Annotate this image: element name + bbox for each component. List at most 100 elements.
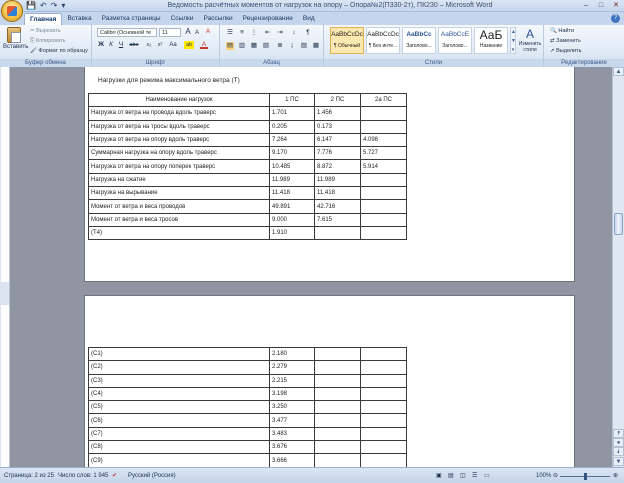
table-cell[interactable] bbox=[360, 426, 407, 442]
table-cell[interactable]: Нагрузка от ветра на опору поперек траве… bbox=[88, 159, 270, 174]
table-cell[interactable]: 42.716 bbox=[314, 199, 361, 214]
table-cell[interactable]: 1.456 bbox=[314, 106, 361, 121]
zoom-slider-knob[interactable] bbox=[584, 473, 587, 480]
table-cell[interactable] bbox=[314, 225, 361, 241]
table-cell[interactable] bbox=[314, 440, 361, 455]
table-cell[interactable]: 7.615 bbox=[314, 212, 361, 227]
table-cell[interactable]: Нагрузка на сжатие bbox=[88, 172, 270, 188]
web-layout-icon[interactable]: ◫ bbox=[460, 471, 466, 481]
superscript-button[interactable]: x² bbox=[155, 41, 165, 49]
shading-button[interactable]: ▨ bbox=[300, 42, 308, 50]
style-heading-1[interactable]: AaBbCc Заголово... bbox=[402, 27, 436, 54]
table-cell[interactable]: Нагрузка на вырывание bbox=[88, 186, 270, 201]
table-cell[interactable] bbox=[360, 106, 407, 121]
redo-icon[interactable]: ↷ bbox=[51, 1, 58, 11]
table-header-cell[interactable]: 2 ПС bbox=[314, 92, 361, 108]
table-cell[interactable]: 0.173 bbox=[314, 119, 361, 134]
table-cell[interactable]: 7.264 bbox=[269, 132, 315, 148]
table-cell[interactable]: 2.215 bbox=[269, 373, 315, 388]
table-cell[interactable]: 1.910 bbox=[269, 225, 315, 241]
table-cell[interactable] bbox=[360, 373, 407, 388]
close-button[interactable]: ✕ bbox=[610, 1, 622, 10]
table-cell[interactable]: Нагрузка от ветра на тросы вдоль траверс bbox=[88, 119, 270, 134]
table-cell[interactable]: 3.666 bbox=[269, 453, 315, 467]
table-cell[interactable]: Нагрузка от ветра на опору вдоль траверс bbox=[88, 132, 270, 148]
next-page-icon[interactable]: ⯯ bbox=[613, 447, 624, 456]
sort-button[interactable]: ↕ bbox=[290, 29, 298, 37]
undo-icon[interactable]: ↶ bbox=[40, 1, 47, 11]
maximize-button[interactable]: □ bbox=[595, 1, 607, 10]
replace-button[interactable]: ⇄ Заменить bbox=[550, 37, 581, 45]
table-cell[interactable]: 3.483 bbox=[269, 426, 315, 442]
table-cell[interactable] bbox=[314, 386, 361, 402]
change-case-button[interactable]: Aa bbox=[168, 41, 178, 49]
word-count[interactable]: Число слов: 1 945 bbox=[58, 471, 108, 481]
table-cell[interactable] bbox=[314, 453, 361, 467]
scroll-up-arrow-icon[interactable]: ▲ bbox=[613, 67, 624, 76]
table-cell[interactable] bbox=[360, 225, 407, 241]
table-cell[interactable]: 11.989 bbox=[269, 172, 315, 188]
table-cell[interactable]: 3.676 bbox=[269, 440, 315, 455]
page[interactable]: (C1) 2.180 (C2) 2.279 (C3) 2.215 (C4) 3.198 … bbox=[84, 295, 575, 467]
table-cell[interactable] bbox=[360, 386, 407, 402]
select-button[interactable]: ➚ Выделить bbox=[550, 47, 582, 55]
table-cell[interactable]: Момент от ветра и веса проводов bbox=[88, 199, 270, 214]
table-cell[interactable] bbox=[360, 453, 407, 467]
table-cell[interactable]: (C1) bbox=[88, 346, 270, 362]
copy-button[interactable]: ⎘ Копировать bbox=[30, 37, 66, 45]
minimize-button[interactable]: – bbox=[580, 1, 592, 10]
align-center-button[interactable]: ▥ bbox=[238, 42, 246, 50]
bold-button[interactable]: Ж bbox=[97, 41, 105, 49]
clear-format-button[interactable]: A bbox=[204, 28, 212, 36]
table-cell[interactable]: (C5) bbox=[88, 400, 270, 415]
multilevel-list-button[interactable]: ⋮ bbox=[250, 29, 258, 37]
office-button[interactable] bbox=[1, 0, 23, 22]
decrease-indent-button[interactable]: ⇤ bbox=[264, 29, 272, 37]
cut-button[interactable]: ✂ Вырезать bbox=[30, 27, 61, 35]
find-button[interactable]: 🔍 Найти bbox=[550, 27, 574, 35]
table-cell[interactable]: (C3) bbox=[88, 373, 270, 388]
table-cell[interactable]: 3.477 bbox=[269, 413, 315, 428]
table-cell[interactable] bbox=[360, 186, 407, 201]
shrink-font-button[interactable]: A bbox=[193, 29, 201, 37]
scroll-thumb[interactable] bbox=[614, 213, 623, 235]
table-cell[interactable]: 11.989 bbox=[314, 172, 361, 188]
table-cell[interactable]: 2.180 bbox=[269, 346, 315, 362]
table-cell[interactable]: 0.205 bbox=[269, 119, 315, 134]
table-cell[interactable]: 9.170 bbox=[269, 146, 315, 161]
font-color-button[interactable]: A bbox=[200, 41, 208, 49]
zoom-level[interactable]: 100% bbox=[536, 471, 551, 481]
page[interactable]: Нагрузки для режима максимального ветра … bbox=[84, 67, 575, 282]
table-cell[interactable]: 11.418 bbox=[269, 186, 315, 201]
table-cell[interactable]: (C7) bbox=[88, 426, 270, 442]
table-cell[interactable]: 4.098 bbox=[360, 132, 407, 148]
table-cell[interactable]: (C9) bbox=[88, 453, 270, 467]
table-cell[interactable] bbox=[360, 172, 407, 188]
line-spacing-button[interactable]: ≣ bbox=[276, 42, 284, 50]
style-normal[interactable]: AaBbCcDc ¶ Обычный bbox=[330, 27, 364, 54]
change-styles-button[interactable]: A Изменить стили bbox=[518, 27, 542, 53]
table-cell[interactable]: (C6) bbox=[88, 413, 270, 428]
table-cell[interactable] bbox=[314, 413, 361, 428]
paragraph-spacing-button[interactable]: ↨ bbox=[288, 42, 296, 50]
customize-qat-icon[interactable]: ▾ bbox=[61, 1, 65, 11]
draft-view-icon[interactable]: ▭ bbox=[484, 471, 490, 481]
table-cell[interactable]: 8.872 bbox=[314, 159, 361, 174]
italic-button[interactable]: К bbox=[107, 41, 115, 49]
table-header-cell[interactable]: Наименование нагрузок bbox=[88, 92, 270, 108]
underline-button[interactable]: Ч bbox=[117, 41, 125, 49]
full-screen-reading-icon[interactable]: ▤ bbox=[448, 471, 454, 481]
table-cell[interactable]: 10.485 bbox=[269, 159, 315, 174]
page-count[interactable]: Страница: 2 из 25 bbox=[4, 471, 54, 481]
table-cell[interactable]: 11.418 bbox=[314, 186, 361, 201]
table-cell[interactable]: (T4) bbox=[88, 225, 270, 241]
table-cell[interactable]: 1.701 bbox=[269, 106, 315, 121]
table-cell[interactable]: Суммарная нагрузка на опору вдоль травер… bbox=[88, 146, 270, 161]
increase-indent-button[interactable]: ⇥ bbox=[276, 29, 284, 37]
vertical-scrollbar[interactable]: ▲ ⯭ ● ⯯ ▼ bbox=[612, 67, 624, 467]
table-header-cell[interactable]: 2а ПС bbox=[360, 92, 407, 108]
table-cell[interactable] bbox=[314, 400, 361, 415]
table-cell[interactable]: 3.250 bbox=[269, 400, 315, 415]
style-no-spacing[interactable]: AaBbCcDc ¶ Без инте... bbox=[366, 27, 400, 54]
strikethrough-button[interactable]: abe bbox=[128, 41, 140, 49]
